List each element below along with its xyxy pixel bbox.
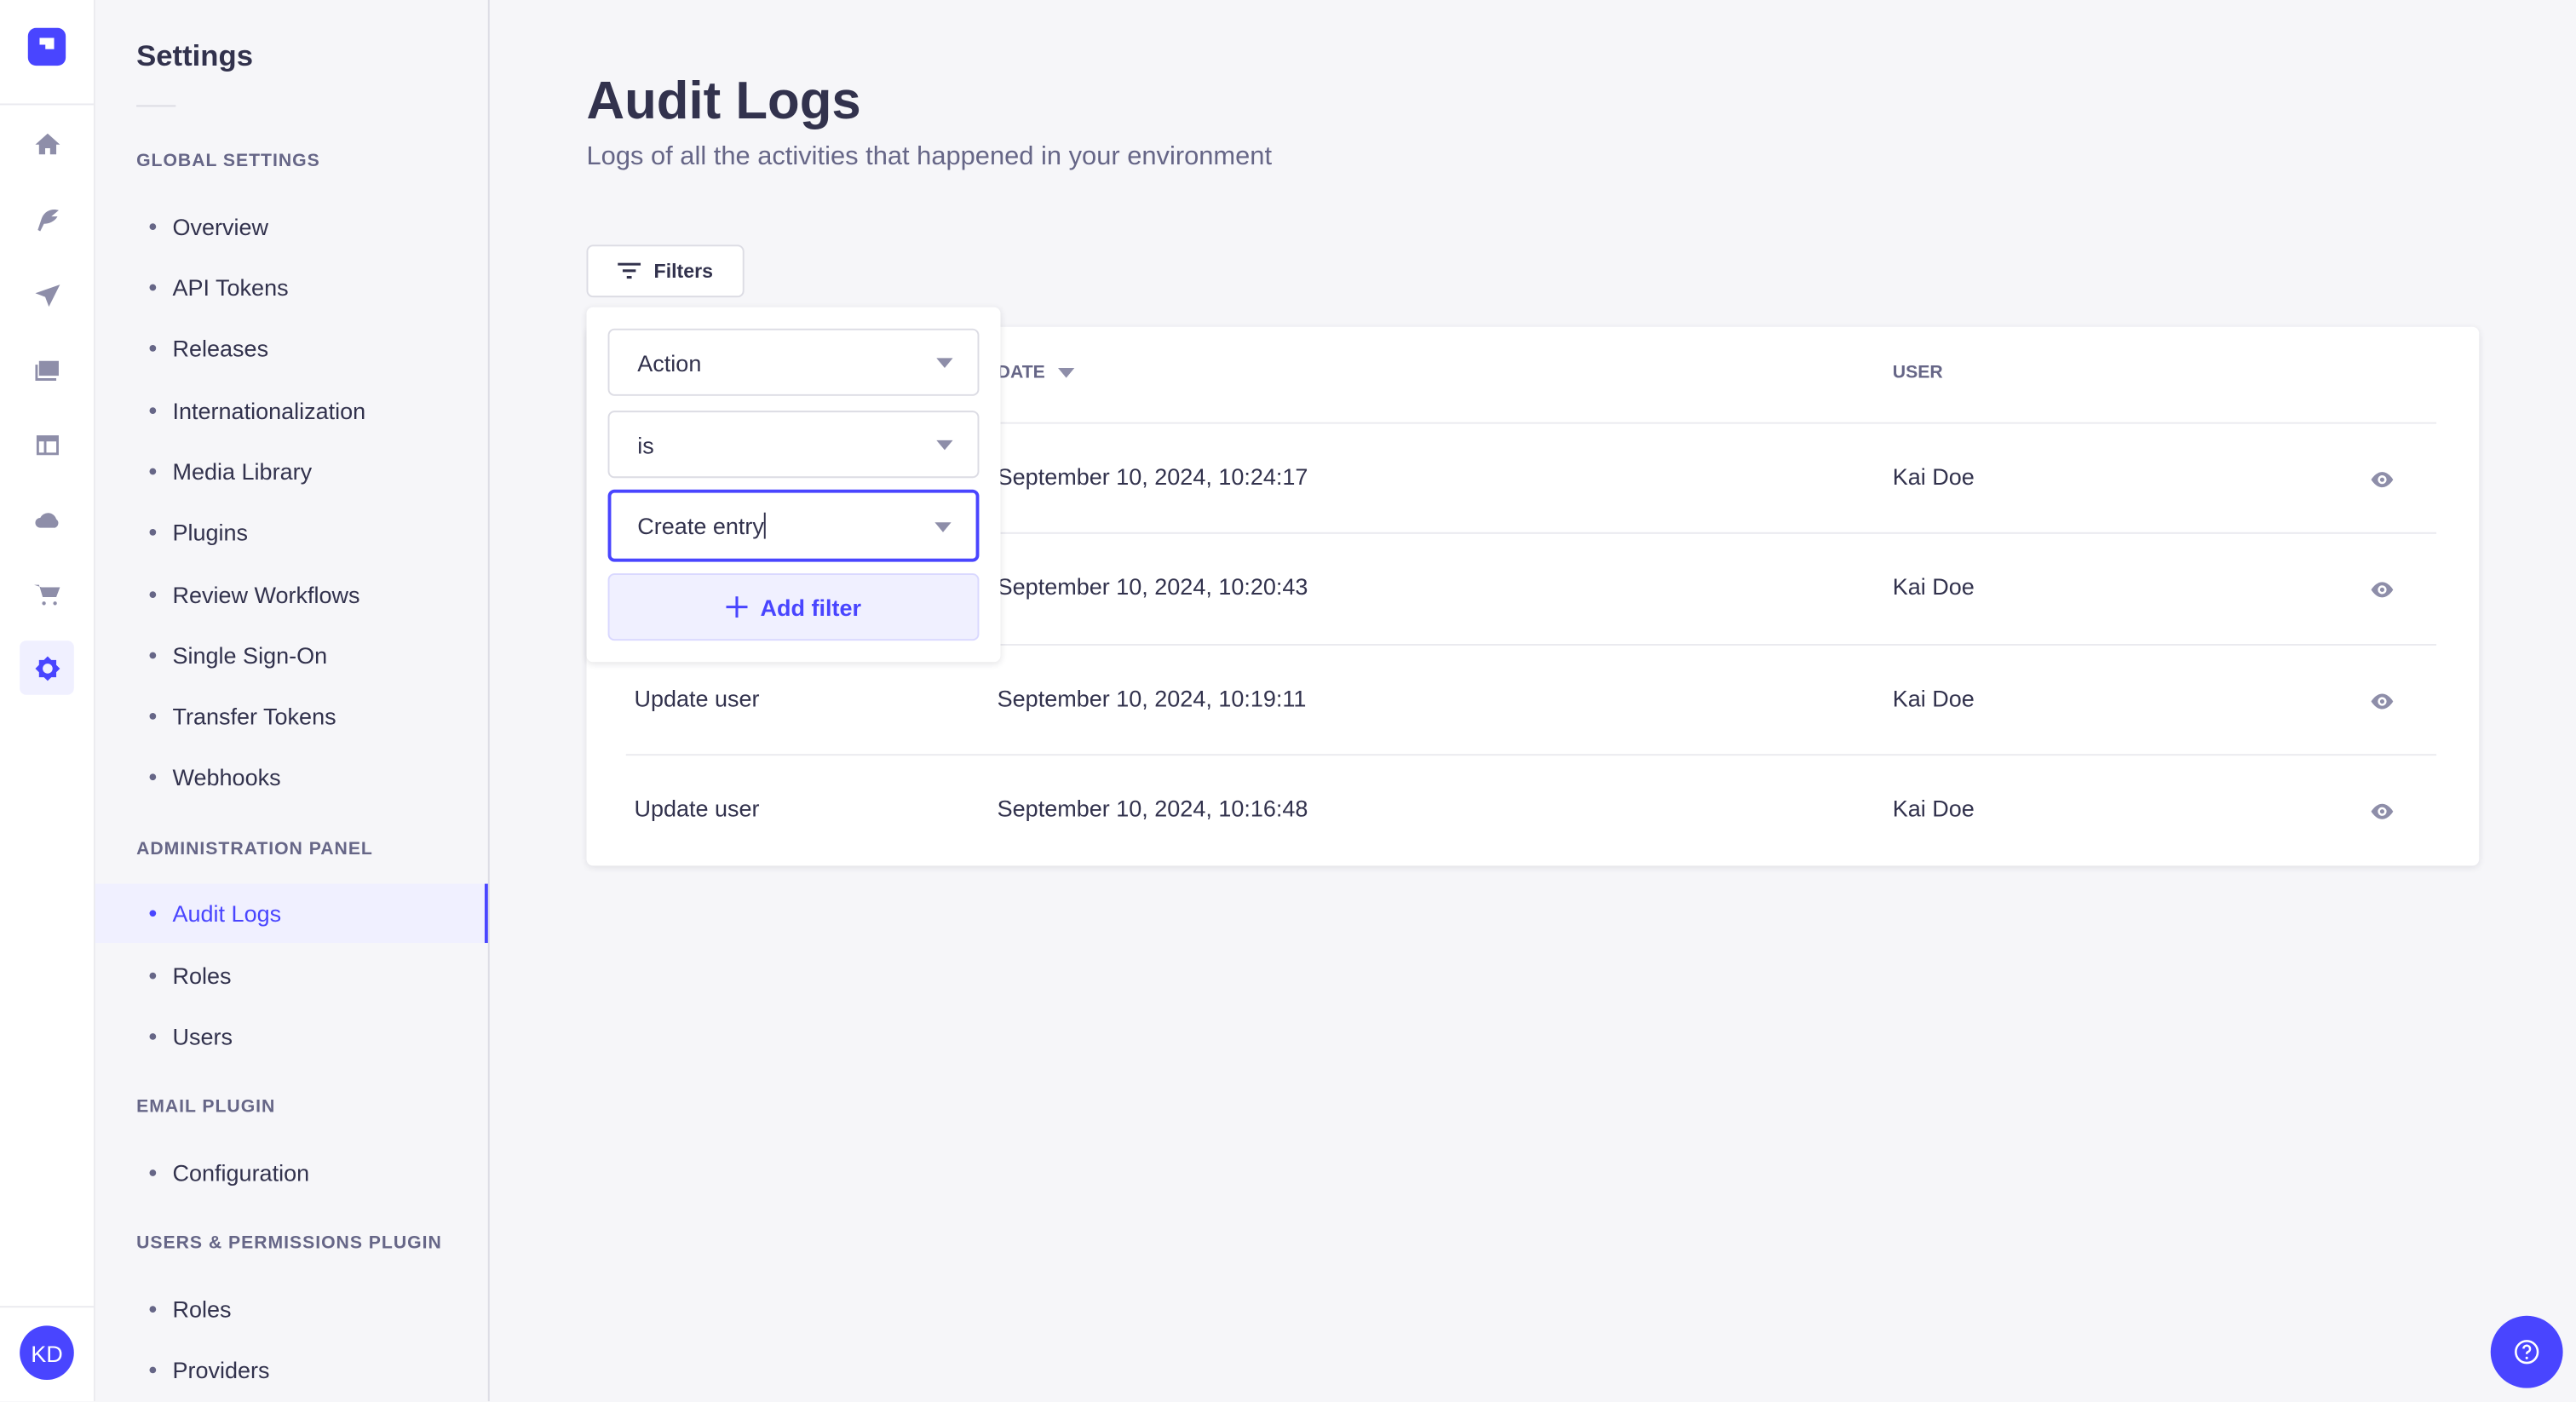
eye-icon[interactable] — [2369, 577, 2395, 603]
text-cursor — [763, 512, 766, 539]
cell-user: Kai Doe — [1892, 685, 1975, 712]
plus-icon — [725, 596, 748, 618]
nav-label: Roles — [172, 962, 232, 990]
cell-user: Kai Doe — [1892, 573, 1975, 600]
section-global-settings: GLOBAL SETTINGS — [136, 151, 320, 171]
nav-label: Single Sign-On — [172, 642, 328, 669]
chevron-down-icon — [936, 440, 953, 451]
eye-icon[interactable] — [2369, 688, 2395, 715]
help-button[interactable] — [2490, 1315, 2563, 1388]
nav-item-overview[interactable]: Overview — [95, 197, 488, 256]
filter-operator-select[interactable]: is — [607, 411, 980, 479]
cell-date: September 10, 2024, 10:20:43 — [997, 573, 1308, 600]
images-icon[interactable] — [20, 342, 74, 396]
nav-label: Transfer Tokens — [172, 703, 336, 730]
section-administration-panel: ADMINISTRATION PANEL — [136, 839, 373, 859]
nav-item-roles[interactable]: Roles — [95, 946, 488, 1005]
column-header-user: USER — [1892, 363, 1943, 383]
nav-label: Review Workflows — [172, 581, 360, 608]
nav-label: Internationalization — [172, 397, 366, 424]
nav-label: Media Library — [172, 458, 313, 485]
nav-label: Overview — [172, 213, 269, 240]
nav-label: Webhooks — [172, 763, 281, 790]
eye-icon[interactable] — [2369, 467, 2395, 493]
question-icon — [2515, 1340, 2539, 1365]
filter-field-select[interactable]: Action — [607, 328, 980, 396]
section-users-permissions: USERS & PERMISSIONS PLUGIN — [136, 1233, 442, 1254]
cog-icon[interactable] — [20, 641, 74, 695]
cell-date: September 10, 2024, 10:19:11 — [997, 685, 1307, 712]
chevron-down-icon — [934, 522, 952, 532]
table-row[interactable]: Update user September 10, 2024, 10:16:48… — [625, 754, 2437, 865]
nav-item-single-sign-on[interactable]: Single Sign-On — [95, 626, 488, 685]
cell-user: Kai Doe — [1892, 463, 1975, 490]
paper-plane-icon[interactable] — [20, 267, 74, 322]
divider — [0, 1306, 94, 1308]
page-subtitle: Logs of all the activities that happened… — [586, 142, 1273, 171]
nav-item-media-library[interactable]: Media Library — [95, 442, 488, 501]
eye-icon[interactable] — [2369, 798, 2395, 825]
nav-item-api-tokens[interactable]: API Tokens — [95, 258, 488, 317]
nav-item-up-roles[interactable]: Roles — [95, 1279, 488, 1338]
nav-item-providers[interactable]: Providers — [95, 1341, 488, 1399]
filter-icon — [618, 262, 641, 279]
nav-label: API Tokens — [172, 274, 289, 301]
nav-item-plugins[interactable]: Plugins — [95, 503, 488, 561]
cell-action: Update user — [634, 795, 760, 822]
cart-icon[interactable] — [20, 566, 74, 621]
nav-label: Users — [172, 1023, 233, 1050]
cloud-icon[interactable] — [20, 491, 74, 546]
cell-action: Update user — [634, 685, 760, 712]
column-header-date[interactable]: DATE — [998, 363, 1075, 382]
avatar[interactable]: KD — [20, 1325, 74, 1381]
add-filter-button[interactable]: Add filter — [607, 573, 980, 641]
home-icon[interactable] — [20, 117, 74, 171]
nav-item-internationalization[interactable]: Internationalization — [95, 381, 488, 440]
nav-item-webhooks[interactable]: Webhooks — [95, 748, 488, 807]
subnav-title: Settings — [136, 39, 254, 72]
page-title: Audit Logs — [586, 70, 861, 130]
app: KD Settings GLOBAL SETTINGS Overview API… — [0, 0, 2576, 1402]
nav-item-users[interactable]: Users — [95, 1007, 488, 1066]
combobox-value: Create entry — [637, 512, 764, 539]
cell-date: September 10, 2024, 10:24:17 — [997, 463, 1308, 490]
divider — [136, 105, 176, 107]
settings-subnav: Settings GLOBAL SETTINGS Overview API To… — [95, 0, 490, 1402]
select-value: is — [637, 431, 654, 458]
filters-label: Filters — [653, 259, 714, 283]
nav-label: Roles — [172, 1296, 232, 1323]
section-email-plugin: EMAIL PLUGIN — [136, 1097, 276, 1118]
filter-value-combobox[interactable]: Create entry — [607, 489, 980, 562]
nav-item-transfer-tokens[interactable]: Transfer Tokens — [95, 687, 488, 745]
nav-label: Providers — [172, 1357, 270, 1383]
divider — [0, 103, 94, 106]
filters-button[interactable]: Filters — [586, 244, 745, 298]
chevron-down-icon — [936, 358, 953, 369]
select-value: Action — [637, 348, 702, 376]
nav-item-releases[interactable]: Releases — [95, 319, 488, 377]
nav-label: Audit Logs — [172, 899, 282, 927]
cell-date: September 10, 2024, 10:16:48 — [997, 795, 1308, 822]
cell-user: Kai Doe — [1892, 795, 1975, 822]
nav-label: Plugins — [172, 519, 249, 546]
nav-label: Releases — [172, 335, 269, 362]
main-content: Audit Logs Logs of all the activities th… — [490, 0, 2576, 1401]
nav-item-configuration[interactable]: Configuration — [95, 1143, 488, 1202]
filter-popover: Action is Create entry Add filter — [586, 307, 1001, 663]
add-filter-label: Add filter — [760, 594, 862, 621]
layout-icon[interactable] — [20, 417, 74, 472]
nav-item-review-workflows[interactable]: Review Workflows — [95, 565, 488, 623]
sort-caret-icon — [1058, 368, 1075, 378]
feather-icon[interactable] — [20, 192, 74, 247]
nav-item-audit-logs[interactable]: Audit Logs — [95, 883, 488, 944]
main-nav-rail: KD — [0, 0, 95, 1402]
nav-label: Configuration — [172, 1159, 310, 1187]
logo-icon[interactable] — [27, 27, 66, 66]
